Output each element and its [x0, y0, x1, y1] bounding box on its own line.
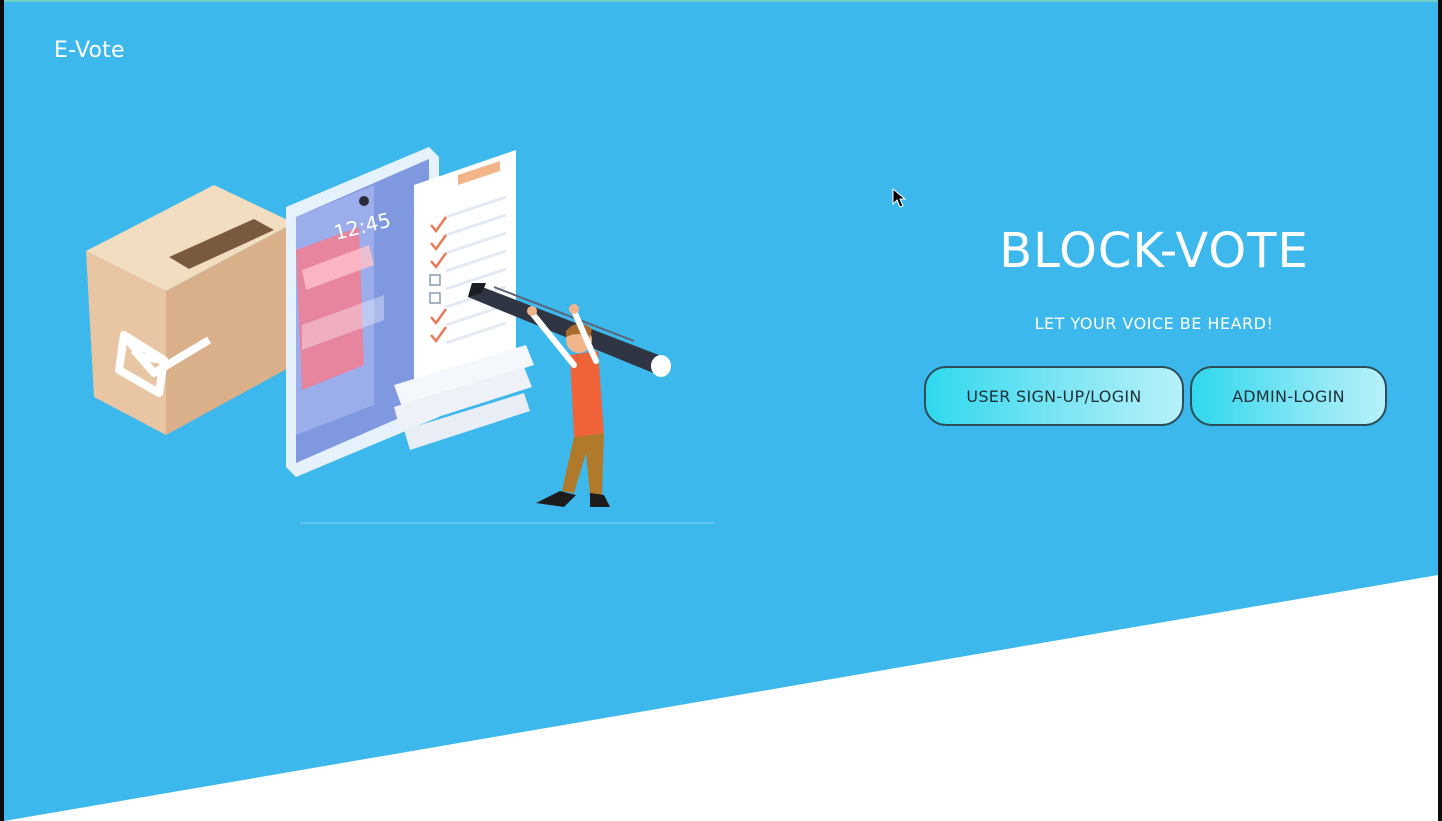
voting-illustration: 12:45	[86, 147, 714, 524]
user-signup-login-button[interactable]: USER SIGN-UP/LOGIN	[924, 366, 1184, 426]
landing-page: E-Vote 12:45 BLOCK-VOTE LET YOUR VOICE B…	[4, 0, 1438, 821]
brand-logo-text[interactable]: E-Vote	[54, 38, 125, 63]
tagline: LET YOUR VOICE BE HEARD!	[1034, 314, 1274, 333]
screen-frame: E-Vote 12:45 BLOCK-VOTE LET YOUR VOICE B…	[0, 0, 1442, 821]
page-title: BLOCK-VOTE	[999, 223, 1309, 279]
ballot-box-icon	[86, 185, 294, 435]
admin-login-button[interactable]: ADMIN-LOGIN	[1190, 366, 1387, 426]
mouse-cursor-icon	[892, 188, 906, 208]
